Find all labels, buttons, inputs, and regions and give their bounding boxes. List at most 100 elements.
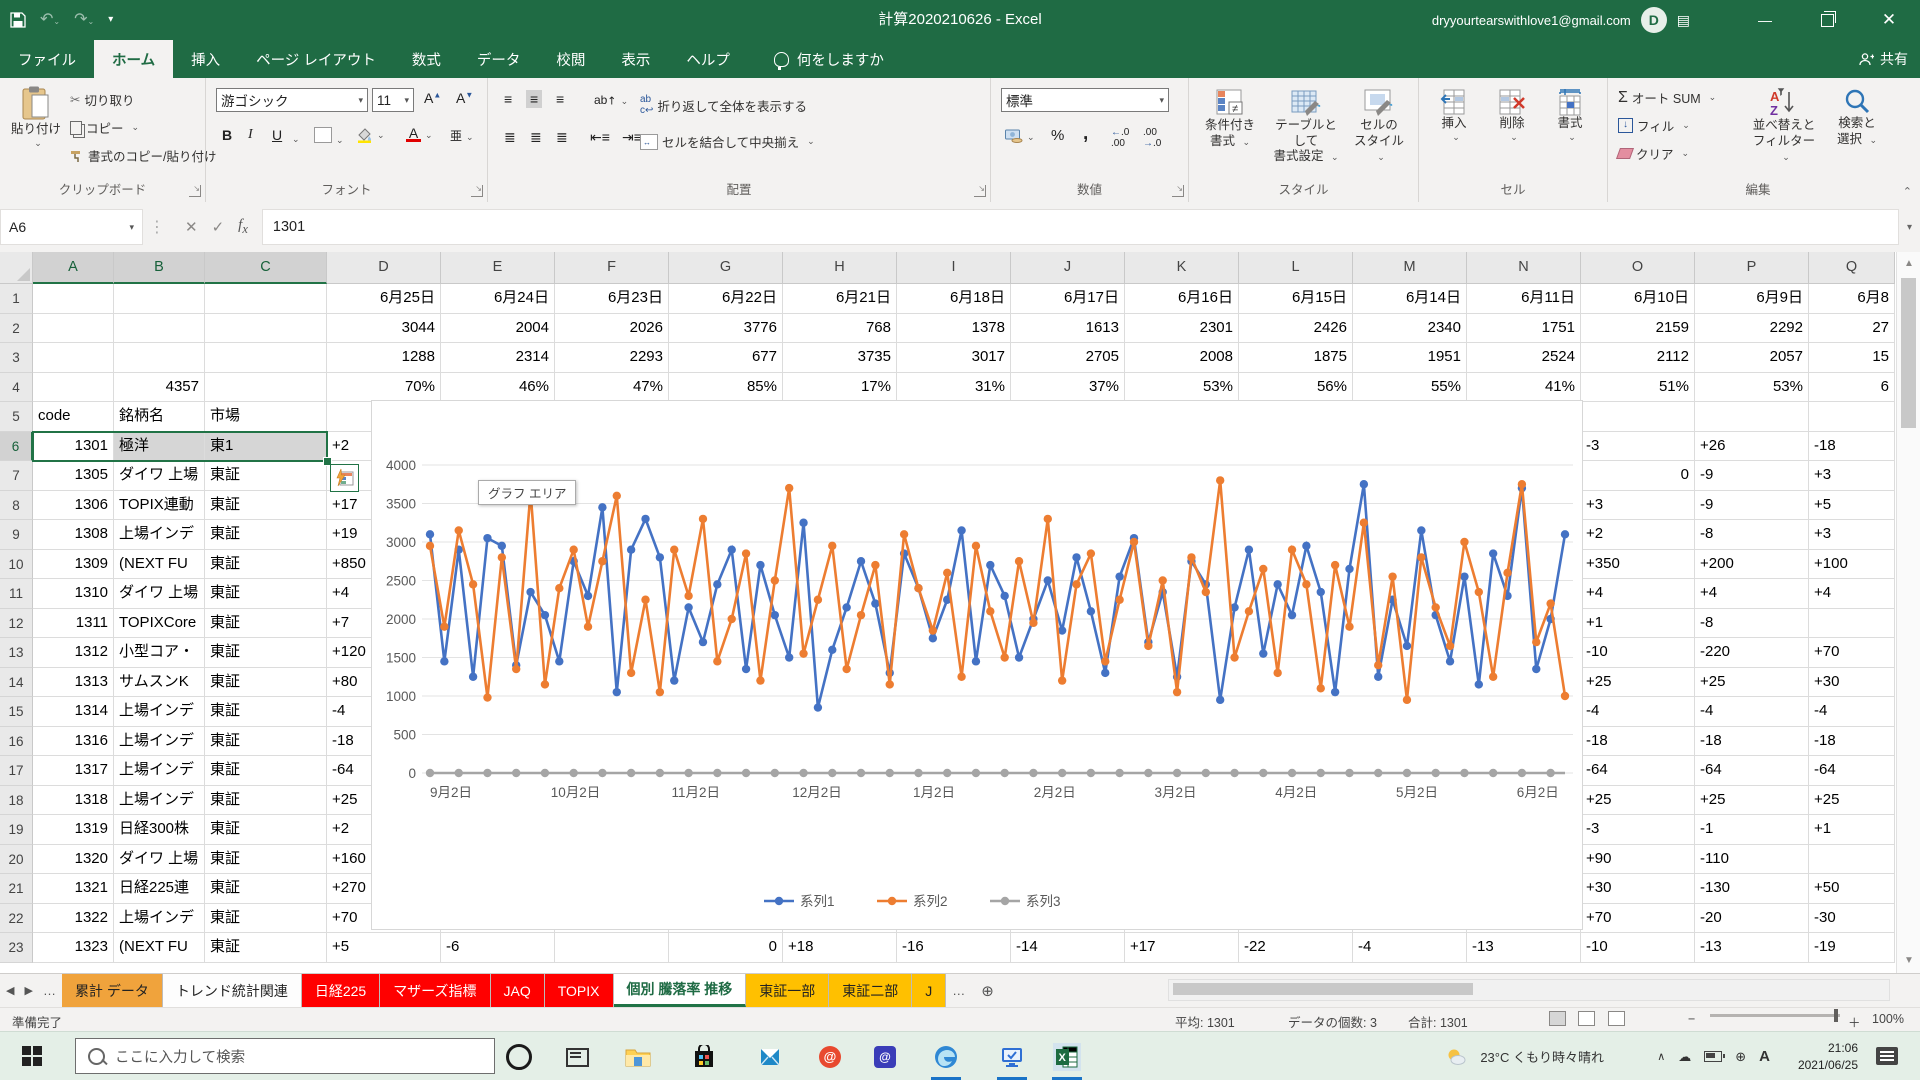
cell-B9[interactable]: 上場インデ	[114, 520, 205, 550]
delete-cells-button[interactable]: 削除⌄	[1487, 88, 1537, 143]
sheet-nav-ellipsis[interactable]: …	[43, 983, 56, 998]
decrease-font-icon[interactable]: A▼	[452, 89, 477, 107]
cell-C15[interactable]: 東証	[205, 697, 327, 727]
ribbon-display-options-icon[interactable]: ▤	[1677, 12, 1690, 29]
cell-O14[interactable]: +25	[1581, 668, 1695, 698]
cell-F3[interactable]: 2293	[555, 343, 669, 373]
normal-view-icon[interactable]	[1549, 1011, 1566, 1026]
cell-E1[interactable]: 6月24日	[441, 284, 555, 314]
taskbar-app-mail-icon[interactable]	[756, 1043, 784, 1071]
cell-A4[interactable]	[33, 373, 114, 403]
row-header-23[interactable]: 23	[0, 933, 33, 963]
account-avatar[interactable]: D	[1641, 7, 1667, 33]
cell-A7[interactable]: 1305	[33, 461, 114, 491]
cell-A1[interactable]	[33, 284, 114, 314]
zoom-in-icon[interactable]: ＋	[1848, 1012, 1861, 1031]
cell-A17[interactable]: 1317	[33, 756, 114, 786]
merge-center-button[interactable]: ↔ セルを結合して中央揃え⌄	[640, 132, 815, 151]
cell-O5[interactable]	[1581, 402, 1695, 432]
cell-O4[interactable]: 51%	[1581, 373, 1695, 403]
cell-C13[interactable]: 東証	[205, 638, 327, 668]
cell-styles-button[interactable]: セルのスタイル ⌄	[1347, 88, 1411, 165]
cell-D2[interactable]: 3044	[327, 314, 441, 344]
row-header-7[interactable]: 7	[0, 461, 33, 491]
orientation-icon[interactable]: ab↗⌄	[590, 90, 632, 108]
paste-button[interactable]: 貼り付け⌄	[10, 86, 62, 149]
cell-N23[interactable]: -13	[1467, 933, 1581, 963]
menu-tab-挿入[interactable]: 挿入	[173, 40, 238, 78]
column-header-B[interactable]: B	[114, 252, 205, 284]
cell-Q19[interactable]: +1	[1809, 815, 1895, 845]
cell-C18[interactable]: 東証	[205, 786, 327, 816]
cell-P17[interactable]: -64	[1695, 756, 1809, 786]
row-header-22[interactable]: 22	[0, 904, 33, 934]
cell-O2[interactable]: 2159	[1581, 314, 1695, 344]
minimize-button[interactable]: —	[1734, 0, 1796, 40]
cell-Q16[interactable]: -18	[1809, 727, 1895, 757]
cell-O23[interactable]: -10	[1581, 933, 1695, 963]
cell-L23[interactable]: -22	[1239, 933, 1353, 963]
cell-C6[interactable]: 東1	[205, 432, 327, 462]
cell-E23[interactable]: -6	[441, 933, 555, 963]
cell-P11[interactable]: +4	[1695, 579, 1809, 609]
cell-G3[interactable]: 677	[669, 343, 783, 373]
cell-Q2[interactable]: 27	[1809, 314, 1895, 344]
align-center-icon[interactable]: ≣	[526, 128, 546, 147]
insert-function-icon[interactable]: fx	[238, 217, 248, 237]
column-header-A[interactable]: A	[33, 252, 114, 284]
cell-C20[interactable]: 東証	[205, 845, 327, 875]
column-header-F[interactable]: F	[555, 252, 669, 284]
cell-P7[interactable]: -9	[1695, 461, 1809, 491]
decrease-indent-icon[interactable]: ⇤≡	[586, 128, 614, 147]
cell-K4[interactable]: 53%	[1125, 373, 1239, 403]
cell-A15[interactable]: 1314	[33, 697, 114, 727]
cell-B20[interactable]: ダイワ 上場	[114, 845, 205, 875]
cell-K2[interactable]: 2301	[1125, 314, 1239, 344]
row-header-2[interactable]: 2	[0, 314, 33, 344]
row-header-17[interactable]: 17	[0, 756, 33, 786]
cell-Q4[interactable]: 6	[1809, 373, 1895, 403]
cell-B6[interactable]: 極洋	[114, 432, 205, 462]
cell-C14[interactable]: 東証	[205, 668, 327, 698]
sheet-nav-left-icon[interactable]: ◀	[6, 984, 14, 997]
onedrive-icon[interactable]: ☁	[1678, 1049, 1691, 1065]
cell-G4[interactable]: 85%	[669, 373, 783, 403]
scroll-up-icon[interactable]: ▲	[1897, 254, 1920, 274]
collapse-ribbon-icon[interactable]: ⌃	[1903, 185, 1912, 198]
row-header-4[interactable]: 4	[0, 373, 33, 403]
column-header-P[interactable]: P	[1695, 252, 1809, 284]
font-name-combo[interactable]: 游ゴシック▾	[216, 88, 368, 112]
column-header-H[interactable]: H	[783, 252, 897, 284]
cell-A2[interactable]	[33, 314, 114, 344]
cell-O19[interactable]: -3	[1581, 815, 1695, 845]
flash-fill-options-button[interactable]	[330, 464, 359, 492]
cell-Q22[interactable]: -30	[1809, 904, 1895, 934]
cell-H2[interactable]: 768	[783, 314, 897, 344]
horizontal-scrollbar[interactable]	[1168, 979, 1890, 1001]
increase-font-icon[interactable]: A▲	[420, 89, 445, 107]
row-header-9[interactable]: 9	[0, 520, 33, 550]
column-header-G[interactable]: G	[669, 252, 783, 284]
ime-mode[interactable]: A	[1759, 1048, 1770, 1065]
sort-filter-button[interactable]: AZ 並べ替えとフィルター ⌄	[1746, 88, 1822, 165]
cell-B1[interactable]	[114, 284, 205, 314]
column-header-Q[interactable]: Q	[1809, 252, 1895, 284]
cell-L3[interactable]: 1875	[1239, 343, 1353, 373]
cell-A11[interactable]: 1310	[33, 579, 114, 609]
formula-input[interactable]: 1301	[262, 209, 1899, 245]
expand-formula-bar-icon[interactable]: ▾	[1899, 202, 1920, 252]
cell-B8[interactable]: TOPIX連動	[114, 491, 205, 521]
cell-L1[interactable]: 6月15日	[1239, 284, 1353, 314]
cell-C2[interactable]	[205, 314, 327, 344]
taskbar-search-box[interactable]: ここに入力して検索	[75, 1038, 495, 1074]
vertical-scrollbar[interactable]: ▲ ▼	[1896, 252, 1920, 973]
align-right-icon[interactable]: ≣	[552, 128, 572, 147]
align-middle-icon[interactable]: ≡	[526, 90, 542, 108]
zoom-out-icon[interactable]: −	[1688, 1012, 1695, 1026]
column-header-L[interactable]: L	[1239, 252, 1353, 284]
cell-B13[interactable]: 小型コア・	[114, 638, 205, 668]
cell-O9[interactable]: +2	[1581, 520, 1695, 550]
cell-J2[interactable]: 1613	[1011, 314, 1125, 344]
borders-icon[interactable]: ⌄	[310, 126, 348, 147]
accounting-format-icon[interactable]: ⌄	[1001, 126, 1039, 144]
